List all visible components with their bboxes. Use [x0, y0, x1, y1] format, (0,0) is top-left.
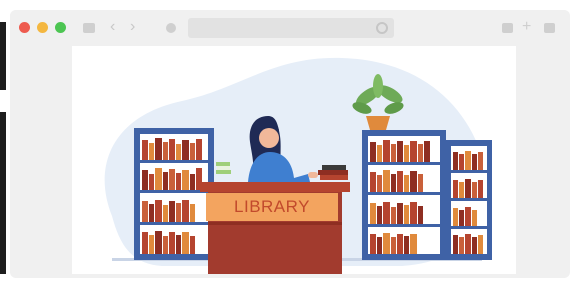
page-content: LIBRARY	[72, 46, 516, 274]
minimize-dot[interactable]	[37, 22, 48, 33]
close-dot[interactable]	[19, 22, 30, 33]
left-edge-strip	[0, 22, 6, 90]
far-right-bookshelf	[446, 140, 492, 260]
browser-toolbar: ‹ › +	[10, 10, 570, 44]
desk-book-stack	[216, 162, 231, 174]
copy-icon[interactable]	[544, 23, 555, 33]
screenshot-frame: ‹ › + LIBRARY	[0, 0, 572, 283]
chevron-left-icon[interactable]: ‹	[110, 19, 115, 35]
desk-books	[318, 165, 348, 180]
browser-window: ‹ › + LIBRARY	[10, 10, 570, 278]
site-circle-icon	[166, 23, 176, 33]
maximize-dot[interactable]	[55, 22, 66, 33]
sidebar-square-icon[interactable]	[83, 23, 95, 33]
chevron-right-icon[interactable]: ›	[130, 19, 135, 35]
plus-icon[interactable]: +	[522, 18, 531, 36]
library-sign: LIBRARY	[206, 193, 338, 221]
right-bookshelf	[362, 130, 446, 260]
left-edge-strip	[0, 112, 6, 274]
left-bookshelf	[134, 128, 214, 260]
share-square-icon[interactable]	[502, 23, 513, 33]
address-bar[interactable]	[188, 18, 394, 38]
reload-icon[interactable]	[376, 22, 388, 34]
library-illustration	[104, 57, 492, 274]
